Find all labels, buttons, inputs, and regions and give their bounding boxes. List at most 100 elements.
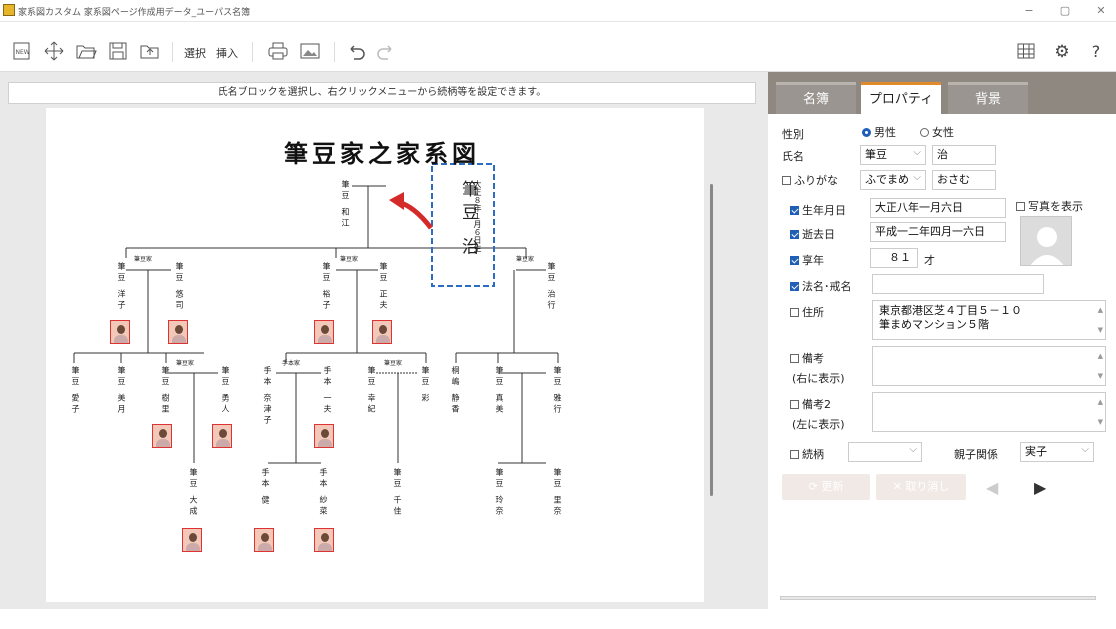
relation-select[interactable] bbox=[848, 442, 922, 462]
open-button[interactable] bbox=[74, 40, 98, 64]
redo-button[interactable] bbox=[374, 40, 398, 64]
furigana-checkbox[interactable]: ふりがな bbox=[782, 172, 838, 188]
person-node[interactable]: 筆豆 玲奈 bbox=[494, 468, 505, 518]
move-button[interactable] bbox=[42, 40, 66, 64]
person-node[interactable]: 手本 紗菜 bbox=[318, 468, 329, 518]
gender-male-radio[interactable]: 男性 bbox=[862, 124, 896, 140]
selected-person-name[interactable]: 筆豆 治 bbox=[456, 180, 481, 270]
person-photo[interactable] bbox=[372, 320, 392, 344]
furigana-given-field[interactable]: おさむ bbox=[932, 170, 996, 190]
family-label: 手本家 bbox=[282, 360, 301, 367]
cancel-button[interactable]: ✕ 取り消し bbox=[876, 474, 966, 500]
person-photo[interactable] bbox=[110, 320, 130, 344]
birth-checkbox[interactable]: 生年月日 bbox=[790, 202, 846, 218]
person-photo[interactable] bbox=[168, 320, 188, 344]
save-as-button[interactable] bbox=[138, 40, 162, 64]
select-button[interactable]: 選択 bbox=[184, 45, 206, 61]
person-photo[interactable] bbox=[182, 528, 202, 552]
image-export-button[interactable] bbox=[298, 40, 322, 64]
note2-textarea[interactable]: ▲ ▼ bbox=[872, 392, 1106, 432]
settings-button[interactable]: ⚙ bbox=[1050, 40, 1074, 64]
person-photo[interactable] bbox=[314, 320, 334, 344]
age-field[interactable]: ８１ bbox=[870, 248, 918, 268]
note-checkbox[interactable]: 備考 bbox=[790, 350, 824, 366]
given-name-field[interactable]: 治 bbox=[932, 145, 996, 165]
name-label: 氏名 bbox=[782, 150, 804, 163]
note-textarea[interactable]: ▲ ▼ bbox=[872, 346, 1106, 386]
person-node[interactable]: 筆豆 樹里 bbox=[160, 366, 171, 416]
scroll-up-arrow[interactable]: ▲ bbox=[1098, 303, 1103, 317]
person-node[interactable]: 桐嶋 静香 bbox=[450, 366, 461, 416]
person-photo[interactable] bbox=[152, 424, 172, 448]
person-node[interactable]: 筆豆 里奈 bbox=[552, 468, 563, 518]
person-node[interactable]: 手本 一夫 bbox=[322, 366, 333, 416]
person-node[interactable]: 筆豆 勇人 bbox=[220, 366, 231, 416]
tab-roster[interactable]: 名簿 bbox=[776, 82, 856, 114]
property-form: 性別 男性 女性 氏名 筆豆 治 ふりがな ふでまめ おさむ 生年月日 大正八年… bbox=[768, 114, 1116, 609]
property-panel: 名簿 プロパティ 背景 性別 男性 女性 氏名 筆豆 治 ふりがな ふでまめ お… bbox=[768, 72, 1116, 609]
hint-bar: 氏名ブロックを選択し、右クリックメニューから続柄等を設定できます。 bbox=[8, 82, 756, 104]
person-node[interactable]: 筆豆 治行 bbox=[546, 262, 557, 312]
person-node[interactable]: 筆豆 美月 bbox=[116, 366, 127, 416]
person-node[interactable]: 手本 健 bbox=[260, 468, 271, 507]
person-node[interactable]: 筆豆 愛子 bbox=[70, 366, 81, 416]
panel-scrollbar[interactable] bbox=[780, 596, 1096, 600]
person-node[interactable]: 手本 奈津子 bbox=[262, 366, 273, 427]
person-node[interactable]: 筆豆 彩 bbox=[420, 366, 431, 405]
scroll-down-arrow[interactable]: ▼ bbox=[1098, 415, 1103, 429]
photo-placeholder[interactable] bbox=[1020, 216, 1072, 266]
furigana-surname-select[interactable]: ふでまめ bbox=[860, 170, 926, 190]
new-file-button[interactable]: NEW bbox=[10, 40, 34, 64]
birth-date-field[interactable]: 大正八年一月六日 bbox=[870, 198, 1006, 218]
death-date-field[interactable]: 平成一二年四月一六日 bbox=[870, 222, 1006, 242]
gear-icon: ⚙ bbox=[1054, 42, 1070, 62]
tab-background[interactable]: 背景 bbox=[948, 82, 1028, 114]
refresh-icon: ⟳ bbox=[808, 480, 822, 493]
scroll-up-arrow[interactable]: ▲ bbox=[1098, 395, 1103, 409]
tab-properties[interactable]: プロパティ bbox=[861, 82, 941, 114]
person-node[interactable]: 筆豆 裕子 bbox=[321, 262, 332, 312]
dharma-name-field[interactable] bbox=[872, 274, 1044, 294]
person-photo[interactable] bbox=[314, 424, 334, 448]
grid-button[interactable] bbox=[1014, 40, 1038, 64]
scroll-down-arrow[interactable]: ▼ bbox=[1098, 369, 1103, 383]
print-button[interactable] bbox=[266, 40, 290, 64]
gender-female-radio[interactable]: 女性 bbox=[920, 124, 954, 140]
prev-arrow-button[interactable]: ◀ bbox=[986, 478, 998, 497]
person-node[interactable]: 筆豆 幸紀 bbox=[366, 366, 377, 416]
person-node[interactable]: 筆豆 雅行 bbox=[552, 366, 563, 416]
person-photo[interactable] bbox=[314, 528, 334, 552]
show-photo-checkbox[interactable]: 写真を表示 bbox=[1016, 198, 1083, 214]
next-arrow-button[interactable]: ▶ bbox=[1034, 478, 1046, 497]
note2-checkbox[interactable]: 備考2 bbox=[790, 396, 831, 412]
person-node[interactable]: 筆豆 大成 bbox=[188, 468, 199, 518]
undo-button[interactable] bbox=[344, 40, 368, 64]
maximize-button[interactable]: ▢ bbox=[1050, 2, 1080, 20]
scroll-up-arrow[interactable]: ▲ bbox=[1098, 349, 1103, 363]
person-photo[interactable] bbox=[254, 528, 274, 552]
address-textarea[interactable]: 東京都港区芝４丁目５－１０ 筆まめマンション５階 ▲ ▼ bbox=[872, 300, 1106, 340]
person-node[interactable]: 筆豆 悠司 bbox=[174, 262, 185, 312]
person-node[interactable]: 筆豆 正夫 bbox=[378, 262, 389, 312]
person-node[interactable]: 筆豆 真美 bbox=[494, 366, 505, 416]
person-node[interactable]: 筆豆 和江 bbox=[340, 180, 351, 230]
person-node[interactable]: 筆豆 洋子 bbox=[116, 262, 127, 312]
minimize-button[interactable]: − bbox=[1014, 2, 1044, 20]
update-button[interactable]: ⟳ 更新 bbox=[782, 474, 870, 500]
family-tree-paper[interactable]: 筆豆家之家系図 大正８年１月６日生 筆豆 治 筆豆家 筆豆家 筆豆家 手本家 筆… bbox=[46, 108, 704, 602]
insert-button[interactable]: 挿入 bbox=[216, 45, 238, 61]
dharma-name-checkbox[interactable]: 法名･戒名 bbox=[790, 278, 852, 294]
help-button[interactable]: ? bbox=[1084, 40, 1108, 64]
scroll-down-arrow[interactable]: ▼ bbox=[1098, 323, 1103, 337]
close-button[interactable]: ✕ bbox=[1086, 2, 1116, 20]
address-checkbox[interactable]: 住所 bbox=[790, 304, 824, 320]
age-checkbox[interactable]: 享年 bbox=[790, 252, 824, 268]
person-photo[interactable] bbox=[212, 424, 232, 448]
person-node[interactable]: 筆豆 千佳 bbox=[392, 468, 403, 518]
parent-relation-select[interactable]: 実子 bbox=[1020, 442, 1094, 462]
death-checkbox[interactable]: 逝去日 bbox=[790, 226, 835, 242]
surname-select[interactable]: 筆豆 bbox=[860, 145, 926, 165]
save-button[interactable] bbox=[106, 40, 130, 64]
relation-checkbox[interactable]: 続柄 bbox=[790, 446, 824, 462]
canvas-scrollbar[interactable] bbox=[710, 184, 713, 496]
